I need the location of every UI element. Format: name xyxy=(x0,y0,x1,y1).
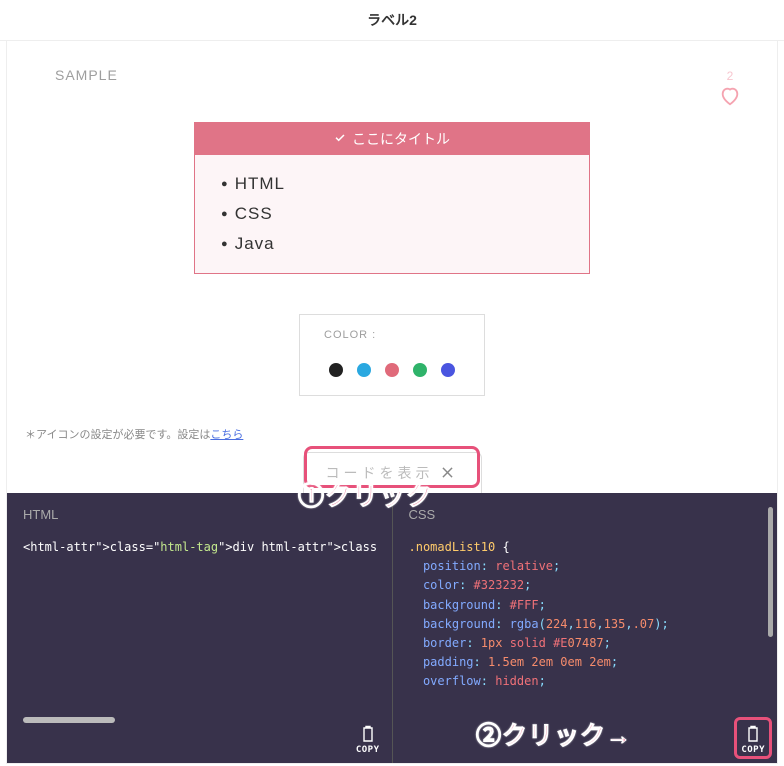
sample-label: SAMPLE xyxy=(55,67,118,112)
close-icon xyxy=(442,465,453,481)
demo-header: ここにタイトル xyxy=(195,123,589,155)
demo-body: HTML CSS Java xyxy=(195,155,589,273)
note-link[interactable]: こちら xyxy=(210,429,243,441)
icon-note: ＊アイコンの設定が必要です。設定はこちら xyxy=(7,396,777,452)
copy-css-button[interactable]: COPY xyxy=(741,725,765,755)
page-title: ラベル2 xyxy=(0,0,784,40)
color-swatch-black[interactable] xyxy=(329,363,343,377)
css-title: CSS xyxy=(409,507,762,522)
color-swatch-pink[interactable] xyxy=(385,363,399,377)
css-code[interactable]: .nomadList10 { position: relative; color… xyxy=(409,538,762,692)
color-swatch-indigo[interactable] xyxy=(441,363,455,377)
color-swatch-blue[interactable] xyxy=(357,363,371,377)
toggle-code-button[interactable]: コードを表示 xyxy=(303,452,482,493)
check-icon xyxy=(334,131,346,147)
main-panel: SAMPLE 2 ここにタイトル HTML CSS Java xyxy=(6,41,778,764)
scrollbar-vertical[interactable] xyxy=(768,507,773,637)
list-item: CSS xyxy=(221,199,567,229)
like-widget[interactable]: 2 xyxy=(719,67,741,112)
demo-title: ここにタイトル xyxy=(352,129,450,149)
like-count: 2 xyxy=(727,69,734,83)
html-code[interactable]: <html-attr">class="html-tag">div html-at… xyxy=(23,538,376,557)
color-swatch-green[interactable] xyxy=(413,363,427,377)
list-item: HTML xyxy=(221,169,567,199)
html-title: HTML xyxy=(23,507,376,522)
css-pane: CSS .nomadList10 { position: relative; c… xyxy=(392,493,778,763)
list-item: Java xyxy=(221,229,567,259)
copy-html-button[interactable]: COPY xyxy=(356,725,380,755)
color-picker: COLOR : xyxy=(299,314,485,396)
code-area: HTML <html-attr">class="html-tag">div ht… xyxy=(7,493,777,763)
heart-icon xyxy=(719,85,741,112)
scrollbar-horizontal[interactable] xyxy=(23,717,115,723)
html-pane: HTML <html-attr">class="html-tag">div ht… xyxy=(7,493,392,763)
color-label: COLOR : xyxy=(324,329,460,341)
demo-box: ここにタイトル HTML CSS Java xyxy=(194,122,590,274)
